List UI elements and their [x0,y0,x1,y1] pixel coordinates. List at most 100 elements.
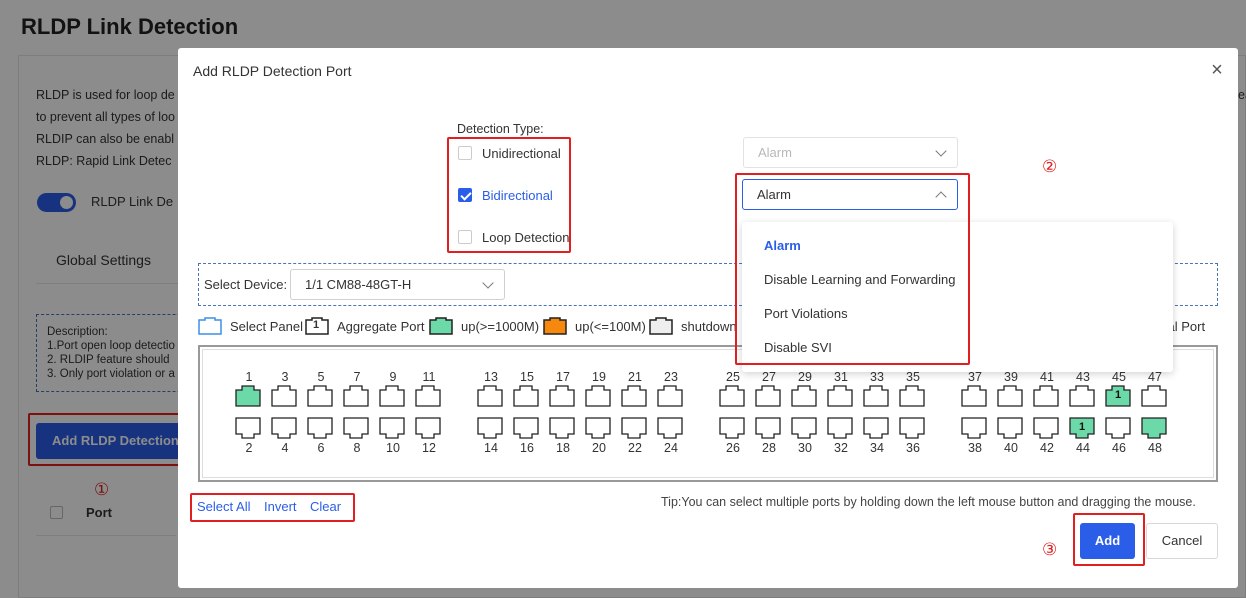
port-25[interactable] [719,385,745,407]
port-number-40: 40 [1004,441,1018,455]
port-number-36: 36 [906,441,920,455]
port-number-3: 3 [281,370,289,384]
add-button[interactable]: Add [1080,523,1135,559]
port-27[interactable] [755,385,781,407]
port-19[interactable] [585,385,611,407]
port-16[interactable] [513,417,539,439]
port-35[interactable] [899,385,925,407]
port-2[interactable] [235,417,261,439]
port-23[interactable] [657,385,683,407]
annotation-number-3: ③ [1042,540,1058,559]
port-number-19: 19 [592,370,606,384]
port-46[interactable] [1105,417,1131,439]
port-47[interactable] [1141,385,1167,407]
unidirectional-label: Unidirectional [482,145,561,161]
port-24[interactable] [657,417,683,439]
aggregate-number-label: 1 [1078,421,1086,433]
port-44[interactable]: 1 [1069,417,1095,439]
port-number-37: 37 [968,370,982,384]
port-number-16: 16 [520,441,534,455]
cancel-button[interactable]: Cancel [1146,523,1218,559]
legend-aggregate-port: Aggregate Port [305,316,424,336]
port-41[interactable] [1033,385,1059,407]
aggregate-number-label: 1 [1114,389,1122,401]
close-icon[interactable]: × [1208,60,1226,80]
annotation-number-2: ② [1042,157,1058,176]
dropdown-item-disable-svi[interactable]: Disable SVI [764,340,832,355]
port-7[interactable] [343,385,369,407]
port-number-8: 8 [353,441,361,455]
port-18[interactable] [549,417,575,439]
bidirectional-action-select[interactable]: Alarm [742,179,958,210]
port-38[interactable] [961,417,987,439]
port-6[interactable] [307,417,333,439]
unidirectional-checkbox[interactable] [458,146,472,160]
port-9[interactable] [379,385,405,407]
port-number-46: 46 [1112,441,1126,455]
port-number-42: 42 [1040,441,1054,455]
option-loop-detection[interactable]: Loop Detection [458,228,569,246]
device-select[interactable]: 1/1 CM88-48GT-H [290,269,505,300]
port-number-30: 30 [798,441,812,455]
legend-up-1000-text: up(>=1000M) [461,318,540,334]
port-42[interactable] [1033,417,1059,439]
option-unidirectional[interactable]: Unidirectional [458,144,561,162]
port-22[interactable] [621,417,647,439]
port-number-41: 41 [1040,370,1054,384]
port-39[interactable] [997,385,1023,407]
invert-link[interactable]: Invert [264,499,297,514]
port-21[interactable] [621,385,647,407]
clear-link[interactable]: Clear [310,499,341,514]
port-number-29: 29 [798,370,812,384]
dropdown-item-port-violations[interactable]: Port Violations [764,306,848,321]
port-11[interactable] [415,385,441,407]
port-3[interactable] [271,385,297,407]
port-33[interactable] [863,385,889,407]
port-20[interactable] [585,417,611,439]
bidirectional-checkbox[interactable] [458,188,472,202]
port-number-27: 27 [762,370,776,384]
select-device-label: Select Device: [204,277,288,292]
port-number-38: 38 [968,441,982,455]
port-8[interactable] [343,417,369,439]
port-32[interactable] [827,417,853,439]
port-40[interactable] [997,417,1023,439]
port-45[interactable]: 1 [1105,385,1131,407]
port-number-9: 9 [389,370,397,384]
port-number-1: 1 [245,370,253,384]
port-1[interactable] [235,385,261,407]
select-all-link[interactable]: Select All [197,499,250,514]
port-31[interactable] [827,385,853,407]
port-15[interactable] [513,385,539,407]
port-number-45: 45 [1112,370,1126,384]
port-28[interactable] [755,417,781,439]
bidirectional-action-value: Alarm [757,187,791,202]
port-29[interactable] [791,385,817,407]
port-13[interactable] [477,385,503,407]
port-17[interactable] [549,385,575,407]
unidirectional-action-select[interactable]: Alarm [743,137,958,168]
port-number-7: 7 [353,370,361,384]
port-10[interactable] [379,417,405,439]
port-34[interactable] [863,417,889,439]
port-48[interactable] [1141,417,1167,439]
dropdown-item-disable-learning[interactable]: Disable Learning and Forwarding [764,272,956,287]
port-37[interactable] [961,385,987,407]
port-number-24: 24 [664,441,678,455]
port-4[interactable] [271,417,297,439]
option-bidirectional[interactable]: Bidirectional [458,186,553,204]
loop-detection-checkbox[interactable] [458,230,472,244]
port-43[interactable] [1069,385,1095,407]
port-26[interactable] [719,417,745,439]
port-36[interactable] [899,417,925,439]
dropdown-item-alarm[interactable]: Alarm [764,238,801,253]
port-5[interactable] [307,385,333,407]
port-number-21: 21 [628,370,642,384]
legend-select-panel: Select Panel [198,316,303,336]
port-30[interactable] [791,417,817,439]
port-14[interactable] [477,417,503,439]
select-panel-icon [198,317,222,335]
port-number-43: 43 [1076,370,1090,384]
port-number-15: 15 [520,370,534,384]
port-12[interactable] [415,417,441,439]
